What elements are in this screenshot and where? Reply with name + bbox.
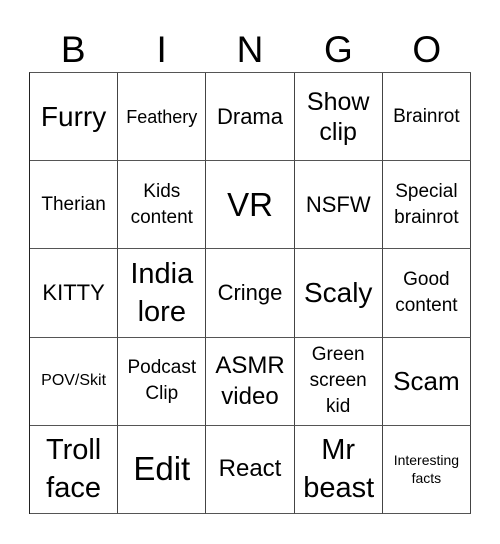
header-letter-i: I xyxy=(156,29,167,70)
cell-label: Feathery xyxy=(126,106,198,127)
cell-label: Therian xyxy=(41,193,106,215)
cell-label: Brainrot xyxy=(393,105,460,127)
bingo-cell[interactable]: Therian xyxy=(30,161,119,250)
bingo-cell[interactable]: VR xyxy=(206,161,295,250)
bingo-cell[interactable]: India lore xyxy=(118,249,207,338)
bingo-cell[interactable]: Mr beast xyxy=(294,425,383,514)
bingo-cell[interactable]: Drama xyxy=(206,73,295,162)
bingo-grid: Furry Feathery Drama Show clip Brainrot … xyxy=(29,72,471,514)
bingo-cell[interactable]: Edit xyxy=(118,425,207,514)
bingo-cell[interactable]: Show clip xyxy=(294,73,383,162)
cell-label: NSFW xyxy=(305,191,371,217)
bingo-cell[interactable]: KITTY xyxy=(30,249,119,338)
bingo-cell[interactable]: NSFW xyxy=(294,161,383,250)
bingo-cell[interactable]: ASMR video xyxy=(206,337,295,426)
cell-label: Good content xyxy=(395,268,458,316)
cell-label: Podcast Clip xyxy=(127,357,197,405)
bingo-cell[interactable]: Green screen kid xyxy=(294,337,383,426)
cell-label: Scam xyxy=(393,366,460,397)
cell-label: Special brainrot xyxy=(394,180,459,228)
header-letter-b: B xyxy=(60,29,86,70)
bingo-cell[interactable]: Kids content xyxy=(118,161,207,250)
cell-label: Scaly xyxy=(303,276,373,308)
bingo-cell[interactable]: POV/Skit xyxy=(30,337,119,426)
cell-label: Interesting facts xyxy=(393,452,460,487)
bingo-cell[interactable]: Scam xyxy=(382,337,471,426)
bingo-cell[interactable]: Furry xyxy=(30,73,119,162)
cell-label: ASMR video xyxy=(215,352,285,411)
bingo-cell[interactable]: Scaly xyxy=(294,249,383,338)
cell-label: React xyxy=(218,455,282,483)
cell-label: Troll face xyxy=(45,434,102,505)
cell-label: VR xyxy=(227,185,273,223)
bingo-cell[interactable]: React xyxy=(206,425,295,514)
bingo-cell[interactable]: Cringe xyxy=(206,249,295,338)
cell-label: India lore xyxy=(130,257,194,328)
cell-label: Green screen kid xyxy=(309,344,367,418)
cell-label: Show clip xyxy=(306,87,370,146)
cell-label: Kids content xyxy=(130,180,193,228)
cell-label: POV/Skit xyxy=(41,372,107,390)
cell-label: KITTY xyxy=(42,279,105,305)
bingo-header: B I N G O xyxy=(29,28,471,72)
cell-label: Furry xyxy=(40,100,107,132)
header-letter-o: O xyxy=(412,29,442,70)
cell-label: Cringe xyxy=(217,279,283,305)
bingo-cell[interactable]: Good content xyxy=(382,249,471,338)
bingo-cell[interactable]: Special brainrot xyxy=(382,161,471,250)
bingo-cell[interactable]: Troll face xyxy=(30,425,119,514)
bingo-cell[interactable]: Interesting facts xyxy=(382,425,471,514)
bingo-cell[interactable]: Podcast Clip xyxy=(118,337,207,426)
cell-label: Mr beast xyxy=(303,434,375,505)
cell-label: Edit xyxy=(133,450,191,488)
header-letter-g: G xyxy=(324,29,353,70)
cell-label: Drama xyxy=(216,103,283,129)
bingo-cell[interactable]: Brainrot xyxy=(382,73,471,162)
header-letter-n: N xyxy=(236,29,264,70)
bingo-cell[interactable]: Feathery xyxy=(118,73,207,162)
